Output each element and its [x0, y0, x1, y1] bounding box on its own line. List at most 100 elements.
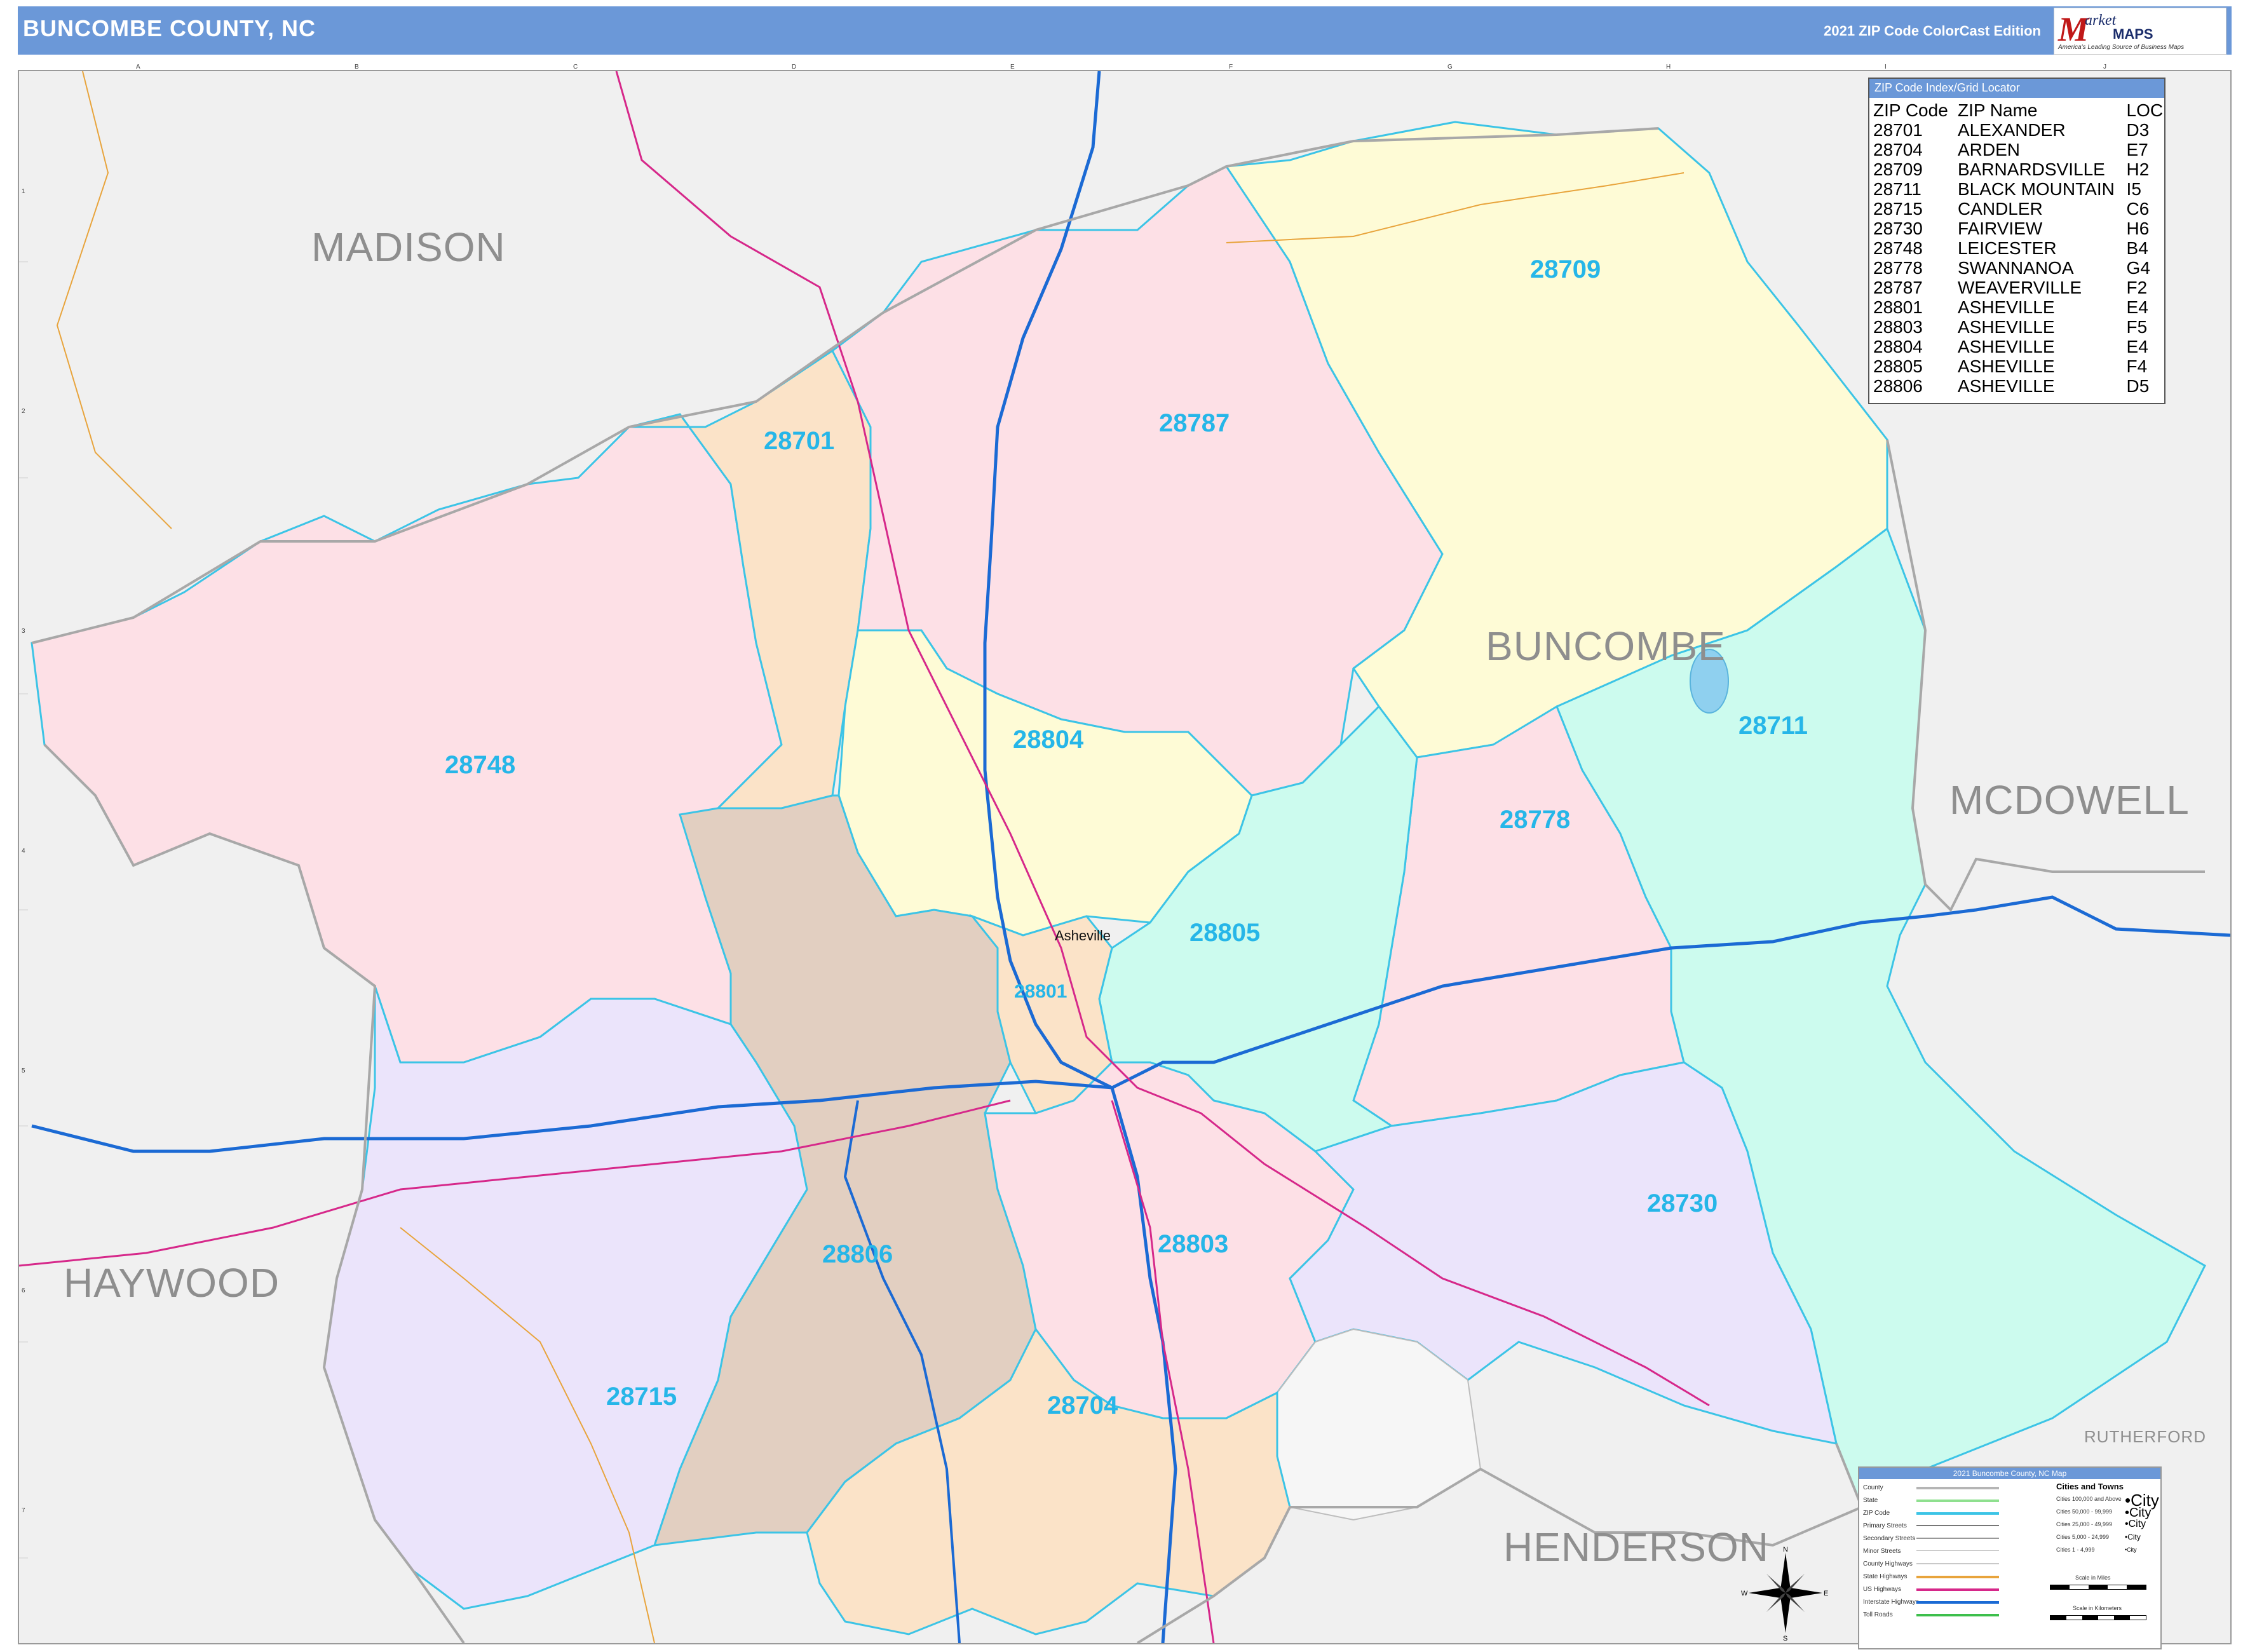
logo-tagline: America's Leading Source of Business Map…: [2058, 44, 2185, 51]
zip-cell: 28804: [1873, 337, 1923, 356]
name-cell: FAIRVIEW: [1957, 219, 2043, 238]
legend-row-interstate: Interstate Highways: [1863, 1599, 1919, 1606]
zip-label-28704: 28704: [1047, 1391, 1118, 1419]
table-row: 28806 ASHEVILLE D5: [1873, 376, 2164, 396]
county-label-mcdowell: MCDOWELL: [1949, 777, 2190, 823]
zip-cell: 28709: [1873, 159, 1923, 179]
compass-e: E: [1824, 1590, 1828, 1597]
legend-scale-km: Scale in Kilometers: [2073, 1605, 2122, 1611]
county-label-madison: MADISON: [311, 224, 506, 270]
legend-cities-title: Cities and Towns: [2056, 1482, 2124, 1491]
legend-line-interstate: [1916, 1601, 1999, 1604]
loc-cell: D3: [2126, 120, 2150, 140]
compass-w: W: [1741, 1590, 1748, 1597]
zip-label-28806: 28806: [822, 1240, 893, 1268]
loc-cell: F2: [2126, 278, 2148, 297]
name-cell: BARNARDSVILLE: [1957, 159, 2105, 179]
map-legend: 2021 Buncombe County, NC Map County Stat…: [1858, 1466, 2162, 1649]
grid-col-f: F: [1229, 64, 1233, 71]
legend-line-us-hwy: [1916, 1588, 1999, 1591]
table-row: 28804 ASHEVILLE E4: [1873, 337, 2164, 356]
compass-s: S: [1783, 1635, 1787, 1641]
legend-line-county: [1916, 1487, 1999, 1489]
legend-city-row-3: Cities 25,000 - 49,999: [2056, 1521, 2113, 1527]
loc-cell: E7: [2126, 140, 2148, 159]
legend-scale-bar-miles: [2050, 1585, 2146, 1590]
grid-col-b: B: [355, 64, 359, 71]
grid-col-e: E: [1010, 64, 1015, 71]
county-label-henderson: HENDERSON: [1503, 1524, 1769, 1570]
zip-cell: 28715: [1873, 199, 1923, 219]
zip-label-28730: 28730: [1647, 1189, 1718, 1217]
table-row: 28803 ASHEVILLE F5: [1873, 317, 2164, 337]
grid-row-4: 4: [22, 848, 25, 855]
loc-cell: F5: [2126, 317, 2148, 337]
table-row: 28730 FAIRVIEW H6: [1873, 219, 2164, 238]
grid-col-j: J: [2103, 64, 2106, 71]
zip-label-28711: 28711: [1738, 712, 1808, 740]
zip-cell: 28806: [1873, 376, 1923, 396]
name-cell: CANDLER: [1957, 199, 2043, 219]
zip-index-header-row: ZIP Code ZIP Name LOC: [1873, 100, 2164, 120]
legend-title: 2021 Buncombe County, NC Map: [1859, 1468, 2160, 1479]
zip-label-28709: 28709: [1530, 255, 1601, 283]
city-label-asheville: Asheville: [1055, 928, 1111, 944]
zip-label-28804: 28804: [1013, 726, 1084, 754]
county-label-rutherford: RUTHERFORD: [2084, 1427, 2206, 1446]
name-cell: ARDEN: [1957, 140, 2020, 159]
zip-index-col-loc: LOC: [2126, 100, 2164, 120]
zip-cell: 28730: [1873, 219, 1923, 238]
loc-cell: H2: [2126, 159, 2150, 179]
grid-row-5: 5: [22, 1067, 25, 1074]
legend-row-state-hwy: State Highways: [1863, 1573, 1908, 1580]
zip-label-28805: 28805: [1189, 919, 1261, 947]
table-row: 28704 ARDEN E7: [1873, 140, 2164, 159]
legend-line-secondary: [1916, 1538, 1999, 1539]
name-cell: BLACK MOUNTAIN: [1957, 179, 2115, 199]
zip-label-28778: 28778: [1500, 806, 1571, 834]
name-cell: ASHEVILLE: [1957, 356, 2055, 376]
loc-cell: G4: [2126, 258, 2150, 278]
name-cell: SWANNANOA: [1957, 258, 2074, 278]
table-row: 28801 ASHEVILLE E4: [1873, 297, 2164, 317]
legend-row-county: County: [1863, 1484, 1883, 1491]
grid-col-a: A: [136, 64, 140, 71]
zip-index-title: ZIP Code Index/Grid Locator: [1869, 79, 2164, 98]
zip-index-table: ZIP Code ZIP Name LOC 28701 ALEXANDER D3 2…: [1873, 100, 2164, 396]
compass-icon: N S E W: [1741, 1546, 1828, 1642]
grid-row-1: 1: [22, 188, 25, 195]
legend-row-primary: Primary Streets: [1863, 1522, 1907, 1529]
legend-row-toll: Toll Roads: [1863, 1611, 1893, 1618]
grid-col-i: I: [1885, 64, 1887, 71]
loc-cell: E4: [2126, 337, 2148, 356]
legend-city-symbol-3: •City: [2125, 1519, 2146, 1529]
county-label-buncombe: BUNCOMBE: [1486, 623, 1726, 669]
legend-line-minor: [1916, 1550, 1999, 1551]
name-cell: ALEXANDER: [1957, 120, 2066, 140]
table-row: 28787 WEAVERVILLE F2: [1873, 278, 2164, 297]
legend-row-zip: ZIP Code: [1863, 1510, 1890, 1517]
compass-n: N: [1783, 1546, 1788, 1554]
grid-row-2: 2: [22, 408, 25, 415]
loc-cell: D5: [2126, 376, 2150, 396]
grid-col-d: D: [792, 64, 797, 71]
zip-label-28803: 28803: [1158, 1230, 1229, 1258]
table-row: 28701 ALEXANDER D3: [1873, 120, 2164, 140]
legend-row-county-hwy: County Highways: [1863, 1561, 1913, 1567]
market-maps-logo: M arket MAPS America's Leading Source of…: [2054, 8, 2226, 55]
logo-name: arket: [2085, 12, 2117, 29]
legend-row-us-hwy: US Highways: [1863, 1586, 1902, 1593]
county-label-haywood: HAYWOOD: [64, 1260, 280, 1306]
legend-line-county-hwy: [1916, 1563, 1999, 1564]
logo-m: M: [2058, 10, 2089, 48]
zip-cell: 28805: [1873, 356, 1923, 376]
name-cell: ASHEVILLE: [1957, 297, 2055, 317]
zip-label-28701: 28701: [764, 427, 835, 455]
name-cell: LEICESTER: [1957, 238, 2057, 258]
loc-cell: E4: [2126, 297, 2148, 317]
zip-label-28801: 28801: [1014, 981, 1067, 1002]
loc-cell: F4: [2126, 356, 2148, 376]
table-row: 28709 BARNARDSVILLE H2: [1873, 159, 2164, 179]
legend-line-primary: [1916, 1525, 1999, 1526]
edition-label: 2021 ZIP Code ColorCast Edition: [1824, 23, 2041, 39]
